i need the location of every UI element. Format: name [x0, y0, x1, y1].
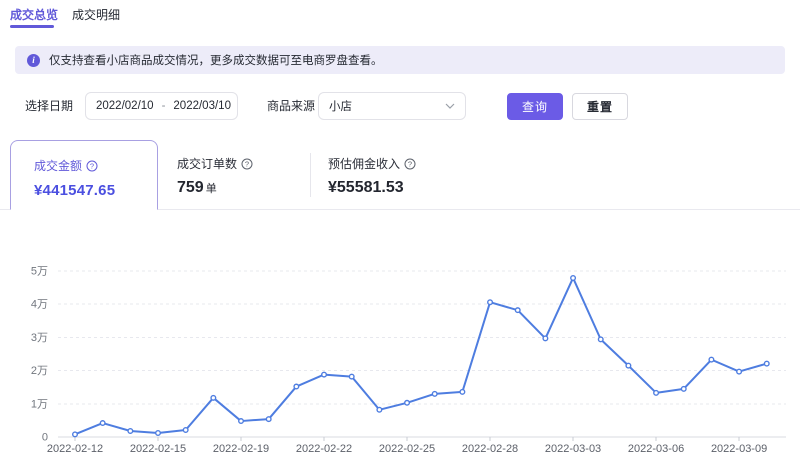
active-tab-underline	[10, 25, 54, 28]
data-point[interactable]	[598, 337, 603, 342]
tab-transaction-detail[interactable]: 成交明细	[72, 7, 120, 23]
series-line	[75, 278, 767, 434]
y-axis-tick-label: 0	[42, 432, 48, 444]
transaction-dashboard: { "tabs": [ {"label": "成交总览", "active": …	[0, 0, 800, 461]
data-point[interactable]	[681, 387, 686, 392]
data-point[interactable]	[73, 432, 78, 437]
date-start-value: 2022/02/10	[96, 100, 154, 112]
query-button[interactable]: 查询	[507, 93, 563, 120]
info-circle-icon: i	[27, 54, 40, 67]
y-axis-tick-label: 1万	[31, 398, 48, 410]
data-point[interactable]	[543, 336, 548, 341]
x-axis-tick-label: 2022-02-28	[462, 443, 518, 455]
y-axis-tick-label: 2万	[31, 365, 48, 377]
data-point[interactable]	[571, 276, 576, 281]
stat-card-commission-income[interactable]: 预估佣金收入 ? ¥55581.53	[328, 155, 416, 197]
data-point[interactable]	[183, 428, 188, 433]
data-point[interactable]	[266, 417, 271, 422]
question-circle-icon[interactable]: ?	[404, 158, 416, 170]
stat-orders-unit: 单	[206, 183, 217, 195]
data-point[interactable]	[432, 392, 437, 397]
svg-text:?: ?	[408, 159, 412, 168]
stat-divider	[310, 153, 311, 197]
data-point[interactable]	[239, 419, 244, 424]
x-axis-tick-label: 2022-02-25	[379, 443, 435, 455]
stat-orders-value: 759	[177, 179, 204, 196]
data-point[interactable]	[294, 384, 299, 389]
data-point[interactable]	[405, 401, 410, 406]
data-point[interactable]	[322, 372, 327, 377]
data-point[interactable]	[156, 431, 161, 436]
data-point[interactable]	[377, 407, 382, 412]
sales-trend-chart[interactable]: 0 1万 2万 3万 4万 5万 2022-02-12 2022-02-15 2022-02-1…	[0, 240, 800, 461]
data-point[interactable]	[128, 429, 133, 434]
data-point[interactable]	[626, 363, 631, 368]
stat-card-order-count[interactable]: 成交订单数 ? 759单	[177, 155, 253, 197]
x-axis-tick-label: 2022-02-12	[47, 443, 103, 455]
stat-amount-label: 成交金额	[34, 157, 82, 174]
product-source-value: 小店	[329, 98, 352, 114]
x-axis-tick-label: 2022-03-03	[545, 443, 601, 455]
data-point[interactable]	[211, 396, 216, 401]
data-point[interactable]	[709, 357, 714, 362]
chevron-down-icon	[445, 103, 455, 109]
x-axis-tick-label: 2022-02-19	[213, 443, 269, 455]
tab-transaction-overview[interactable]: 成交总览	[10, 7, 58, 23]
data-point[interactable]	[100, 421, 105, 426]
date-range-separator: -	[162, 100, 166, 112]
data-point[interactable]	[515, 308, 520, 313]
sales-line-chart-svg: 0 1万 2万 3万 4万 5万 2022-02-12 2022-02-15 2022-02-1…	[0, 240, 800, 461]
x-axis-tick-label: 2022-02-22	[296, 443, 352, 455]
stat-commission-label: 预估佣金收入	[328, 155, 400, 172]
data-point[interactable]	[737, 369, 742, 374]
stat-amount-value: ¥441547.65	[34, 182, 157, 199]
date-filter-label: 选择日期	[25, 99, 73, 113]
info-banner: i 仅支持查看小店商品成交情况，更多成交数据可至电商罗盘查看。	[15, 46, 785, 74]
question-circle-icon[interactable]: ?	[241, 158, 253, 170]
date-end-value: 2022/03/10	[173, 100, 231, 112]
banner-text: 仅支持查看小店商品成交情况，更多成交数据可至电商罗盘查看。	[49, 52, 383, 68]
date-range-input[interactable]: 2022/02/10 - 2022/03/10	[85, 92, 238, 120]
x-axis-tick-label: 2022-02-15	[130, 443, 186, 455]
product-source-select[interactable]: 小店	[318, 92, 466, 120]
x-axis-tick-label: 2022-03-09	[711, 443, 767, 455]
stat-orders-label: 成交订单数	[177, 155, 237, 172]
question-circle-icon[interactable]: ?	[86, 160, 98, 172]
y-axis-tick-label: 3万	[31, 332, 48, 344]
y-axis-tick-label: 4万	[31, 299, 48, 311]
product-source-label: 商品来源	[267, 99, 315, 113]
svg-text:?: ?	[90, 161, 94, 170]
data-point[interactable]	[349, 374, 354, 379]
data-point[interactable]	[654, 391, 659, 396]
data-point[interactable]	[460, 390, 465, 395]
y-axis-tick-label: 5万	[31, 266, 48, 278]
stat-commission-value: ¥55581.53	[328, 179, 416, 197]
svg-text:?: ?	[245, 159, 249, 168]
x-axis-tick-label: 2022-03-06	[628, 443, 684, 455]
reset-button[interactable]: 重置	[572, 93, 628, 120]
stat-card-transaction-amount[interactable]: 成交金额 ? ¥441547.65	[10, 140, 158, 210]
data-point[interactable]	[764, 361, 769, 366]
data-point[interactable]	[488, 300, 493, 305]
